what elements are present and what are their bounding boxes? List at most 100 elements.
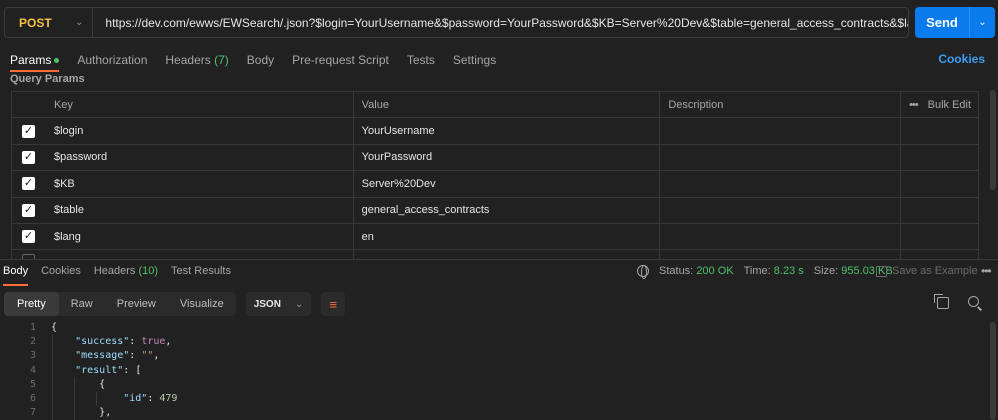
param-description-field[interactable] [660,145,900,170]
format-label: JSON [253,298,281,310]
code-text: { [36,322,57,333]
param-key-field[interactable]: $lang [45,223,354,250]
param-value-field[interactable]: Server%20Dev [354,171,661,197]
wrap-lines-icon[interactable]: ≡ [321,292,346,316]
indent-guide [96,392,97,406]
code-token: "message" [75,350,130,362]
param-extra-cell [900,118,979,144]
param-extra-cell [900,171,979,197]
status-info: Status: 200 OK [659,265,734,277]
response-status-bar: Status: 200 OK Time: 8.23 s Size: 955.03… [637,265,893,279]
code-token: { [99,378,106,390]
param-value-field[interactable]: general_access_contracts [354,197,661,223]
param-extra-cell [900,223,979,250]
param-key-field[interactable]: $KB [45,171,354,197]
response-tab-headers-label: Headers [93,265,136,277]
more-dots-icon[interactable]: ••• [909,99,919,111]
code-token: [ [135,364,142,376]
format-dropdown[interactable]: JSON ⌄ [245,292,312,316]
query-params-table: Key Value Description ••• Bulk Edit ✓ $lo… [11,91,979,261]
response-tab-headers[interactable]: Headers (10) [94,265,158,281]
code-scrollbar[interactable] [990,322,996,420]
param-checkbox-cell: ✓ [12,224,45,249]
param-key-field[interactable]: $password [45,144,354,171]
code-token: "" [141,350,154,362]
table-row: ✓ $login YourUsername [12,118,979,145]
param-checkbox[interactable]: ✓ [21,177,35,191]
line-number: 6 [29,393,36,405]
param-checkbox-cell: ✓ [12,198,45,223]
send-options-chevron-icon[interactable]: ⌄ [969,7,995,38]
tab-headers[interactable]: Headers (7) [165,53,228,67]
param-value-field[interactable]: YourPassword [354,144,661,171]
response-tabs: Body Cookies Headers (10) Test Results [3,265,231,286]
param-checkbox[interactable]: ✓ [21,203,35,217]
code-token: "success" [75,335,130,347]
time-info: Time: 8.23 s [744,265,804,277]
param-key-field[interactable]: $table [45,197,354,223]
response-headers-count: (10) [138,265,159,277]
param-value-field[interactable]: en [354,223,661,250]
line-number: 5 [29,378,36,390]
tab-tests[interactable]: Tests [407,53,435,67]
copy-icon[interactable] [934,294,949,309]
tab-pre-request-script[interactable]: Pre-request Script [292,53,389,67]
code-line: 2 "success": true, [0,334,990,348]
param-description-field[interactable] [660,118,900,143]
pane-divider[interactable] [0,259,998,260]
param-description-field[interactable] [660,198,900,223]
tab-params-label: Params [10,53,52,67]
more-options-icon[interactable]: ••• [981,264,992,278]
param-value-field[interactable]: YourUsername [354,118,661,144]
params-active-dot-icon [54,58,60,64]
param-description-field[interactable] [660,171,900,196]
search-icon[interactable] [968,296,979,307]
view-preview[interactable]: Preview [105,292,168,316]
param-checkbox[interactable]: ✓ [21,230,35,244]
tab-headers-label: Headers [165,53,211,67]
column-header-key: Key [45,92,354,118]
view-pretty[interactable]: Pretty [4,292,59,316]
tab-settings[interactable]: Settings [453,53,496,67]
cookies-link[interactable]: Cookies [938,52,985,66]
code-token: "result" [75,364,124,376]
params-scrollbar[interactable] [990,90,996,190]
code-token: 479 [159,393,178,405]
param-checkbox-cell: ✓ [12,118,45,143]
bulk-edit-button[interactable]: ••• Bulk Edit [900,92,979,118]
line-number: 2 [29,335,36,347]
globe-icon[interactable] [637,265,649,279]
code-token: "id" [123,393,148,405]
response-code-editor[interactable]: 1 { 2 "success": true, 3 "message": "", … [0,320,990,420]
size-label: Size: [813,265,839,277]
param-extra-cell [900,144,979,171]
view-visualize[interactable]: Visualize [168,292,236,316]
tab-params[interactable]: Params [10,53,60,72]
response-tab-body[interactable]: Body [3,265,29,286]
view-raw[interactable]: Raw [59,292,105,316]
column-header-description: Description [668,98,724,111]
status-label: Status: [659,265,694,277]
response-tab-test-results[interactable]: Test Results [171,265,231,281]
url-input[interactable]: https://dev.com/ewws/EWSearch/.json?$log… [93,16,908,30]
code-line: 4 "result": [ [0,363,990,377]
response-tab-cookies[interactable]: Cookies [41,265,81,281]
column-header-value: Value [354,92,661,118]
table-row: ✓ $KB Server%20Dev [12,171,979,198]
code-line: 3 "message": "", [0,349,990,363]
line-number: 4 [29,364,36,376]
status-value[interactable]: 200 OK [696,265,733,277]
param-checkbox[interactable]: ✓ [21,124,35,138]
param-extra-cell [900,197,979,223]
line-number: 1 [29,321,36,333]
param-key-field[interactable]: $login [45,118,354,144]
code-text: "message": "", [75,350,160,362]
param-checkbox[interactable]: ✓ [21,150,35,164]
send-button[interactable]: Send ⌄ [915,7,995,38]
save-as-example-button[interactable]: Save as Example [876,265,978,277]
method-selector[interactable]: POST ⌄ [5,8,94,37]
tab-body[interactable]: Body [247,53,274,67]
param-description-field[interactable] [660,224,900,249]
tab-authorization[interactable]: Authorization [77,53,147,67]
time-value[interactable]: 8.23 s [774,265,804,277]
